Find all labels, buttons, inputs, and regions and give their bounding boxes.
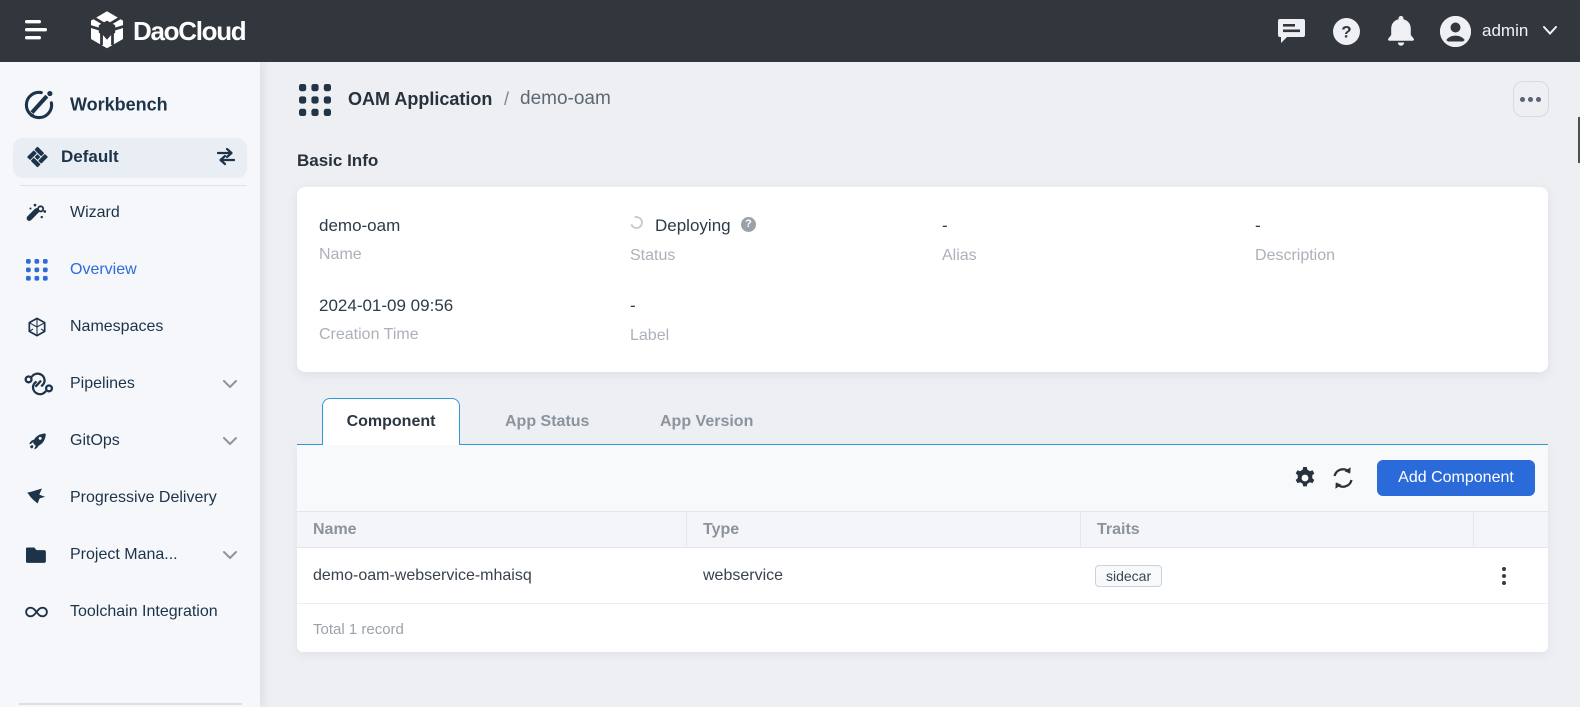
svg-text:?: ? [1341,23,1351,42]
